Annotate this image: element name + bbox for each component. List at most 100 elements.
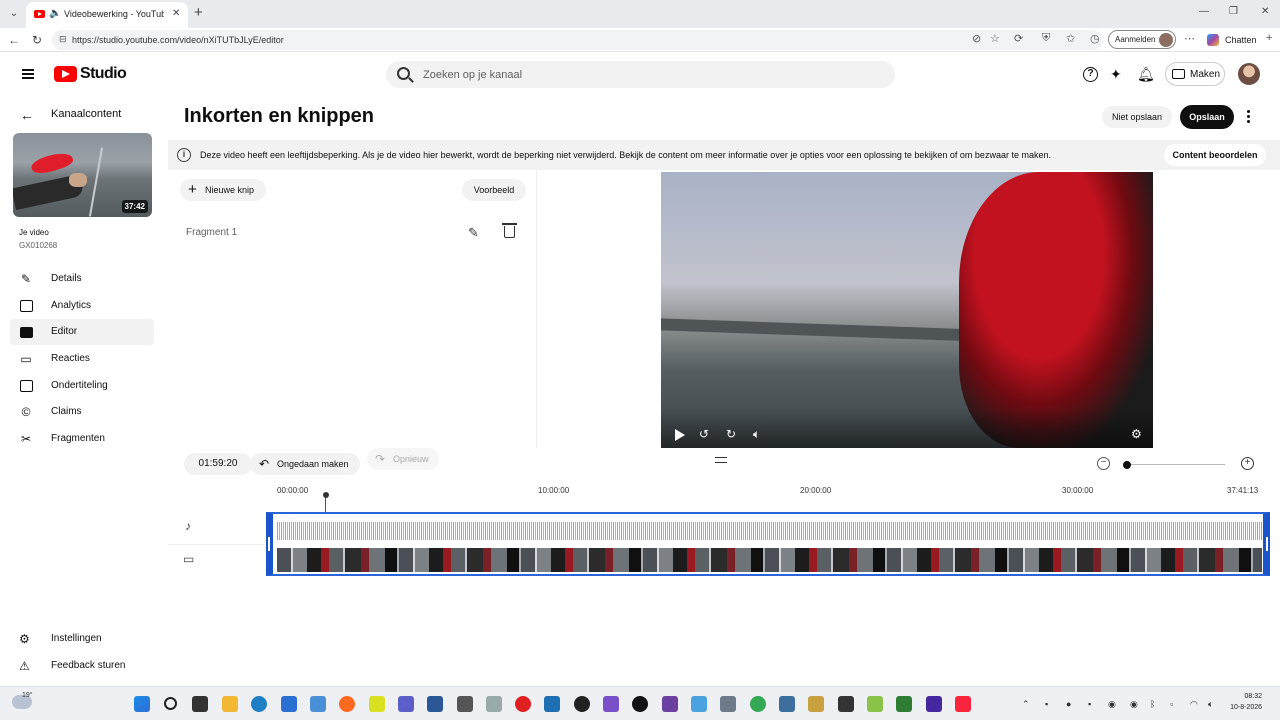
file-explorer-icon[interactable] xyxy=(222,696,238,712)
zoom-slider-track[interactable] xyxy=(1128,464,1225,465)
sidebar-item-analytics[interactable]: Analytics xyxy=(10,293,154,319)
minimize-icon[interactable]: — xyxy=(1199,6,1209,17)
notifications-bell-icon[interactable]: 🔔︎ xyxy=(1137,66,1155,83)
help-icon[interactable]: ? xyxy=(1083,67,1098,82)
redo-button[interactable]: ↷ Opnieuw xyxy=(367,448,439,470)
app-icon-blue-l[interactable] xyxy=(427,696,443,712)
app-icon-dark[interactable] xyxy=(574,696,590,712)
tray-icon-1[interactable]: ▪ xyxy=(1045,699,1048,709)
edge-browser-icon[interactable] xyxy=(251,696,267,712)
browser-tab-active[interactable]: 🔈 Videobewerking - YouTube St ✕ xyxy=(26,2,188,28)
sparkle-icon[interactable]: ✦ xyxy=(1110,66,1122,83)
start-menu-icon[interactable] xyxy=(134,696,150,712)
menu-icon[interactable] xyxy=(22,69,34,79)
chrome-icon[interactable] xyxy=(750,696,766,712)
maximize-icon[interactable]: ❐ xyxy=(1229,6,1238,17)
terminal-icon[interactable] xyxy=(838,696,854,712)
settings-app-icon[interactable] xyxy=(720,696,736,712)
new-cut-button[interactable]: + Nieuwe knip xyxy=(180,179,266,201)
site-info-icon[interactable]: ⊟ xyxy=(59,34,67,45)
address-bar[interactable]: ⊟ https://studio.youtube.com/video/nXiTU… xyxy=(52,30,1102,50)
play-icon[interactable] xyxy=(675,429,685,441)
sidebar-item-feedback[interactable]: ⚠ Feedback sturen xyxy=(10,653,154,679)
review-content-button[interactable]: Content beoordelen xyxy=(1164,144,1266,166)
timeline-selection[interactable] xyxy=(266,512,1270,576)
trim-handle-right[interactable] xyxy=(1266,537,1268,551)
refresh-icon[interactable]: ↻ xyxy=(32,33,42,47)
playhead-handle[interactable] xyxy=(323,492,329,498)
close-window-icon[interactable]: ✕ xyxy=(1261,6,1269,17)
search-input[interactable]: Zoeken op je kanaal xyxy=(386,61,895,88)
rewind-10-icon[interactable]: ↺ xyxy=(699,427,709,441)
app-icon-c[interactable] xyxy=(457,696,473,712)
app-icon-purple[interactable] xyxy=(603,696,619,712)
tray-icon-3[interactable]: ▪ xyxy=(1088,699,1091,709)
app-icon-yellow[interactable] xyxy=(369,696,385,712)
sidebar-title[interactable]: Kanaalcontent xyxy=(51,108,121,120)
app-icon-green[interactable] xyxy=(867,696,883,712)
system-clock[interactable]: 08:32 10-8-2026 xyxy=(1224,691,1262,713)
taskbar-search-icon[interactable] xyxy=(164,697,177,710)
sidebar-item-editor[interactable]: Editor xyxy=(10,319,154,345)
more-vert-icon[interactable] xyxy=(1243,110,1253,124)
studio-logo-text[interactable]: Studio xyxy=(80,65,127,83)
sidebar-item-subtitles[interactable]: Ondertiteling xyxy=(10,373,154,399)
copilot-label[interactable]: Chatten xyxy=(1225,35,1257,45)
tab-list-chevron-icon[interactable]: ⌄ xyxy=(6,6,22,22)
tray-icon-4[interactable]: ◉ xyxy=(1108,699,1116,710)
tray-overflow-icon[interactable]: ⌃ xyxy=(1022,699,1030,710)
app-icon-chart[interactable] xyxy=(544,696,560,712)
discard-button[interactable]: Niet opslaan xyxy=(1102,106,1172,128)
more-options-icon[interactable]: ⋯ xyxy=(1184,32,1195,45)
opera-icon[interactable] xyxy=(515,696,531,712)
volume-tray-icon[interactable]: 🔈︎ xyxy=(1208,699,1213,710)
sidebar-item-settings[interactable]: ⚙ Instellingen xyxy=(10,626,154,652)
new-tab-icon[interactable]: + xyxy=(194,5,203,20)
media-player-icon[interactable] xyxy=(632,696,648,712)
back-icon[interactable]: ← xyxy=(8,33,20,47)
account-avatar[interactable] xyxy=(1238,63,1260,85)
favorites-icon[interactable]: ✩ xyxy=(1066,32,1075,45)
app-icon-violet[interactable] xyxy=(662,696,678,712)
sidebar-item-clips[interactable]: ✂ Fragmenten xyxy=(10,426,154,452)
snipping-tool-icon[interactable] xyxy=(691,696,707,712)
timecode-display[interactable]: 01:59:20 xyxy=(184,453,252,475)
app-icon-indigo[interactable] xyxy=(926,696,942,712)
trash-icon[interactable] xyxy=(502,223,517,238)
app-icon-list[interactable] xyxy=(896,696,912,712)
bluetooth-icon[interactable]: ᛒ xyxy=(1150,699,1155,709)
video-player[interactable]: ↺ ↻ 🔈︎ ⚙ xyxy=(661,172,1153,448)
speaker-icon[interactable]: 🔈 xyxy=(49,8,61,19)
tray-icon-6[interactable]: ▫ xyxy=(1170,699,1173,709)
sidebar-item-comments[interactable]: ▭ Reacties xyxy=(10,346,154,372)
signin-button[interactable]: Aanmelden xyxy=(1108,30,1176,49)
zoom-in-icon[interactable]: + xyxy=(1241,457,1254,470)
extensions-icon[interactable]: ⟳ xyxy=(1014,32,1023,45)
app-icon-settings-dots[interactable] xyxy=(486,696,502,712)
tray-icon-2[interactable]: ● xyxy=(1066,699,1071,709)
undo-button[interactable]: ↶ Ongedaan maken xyxy=(250,453,360,475)
settings-gear-icon[interactable]: ⚙ xyxy=(1131,427,1142,441)
video-thumbnail[interactable]: 37:42 xyxy=(13,133,152,217)
mail-icon[interactable] xyxy=(310,696,326,712)
task-view-icon[interactable] xyxy=(192,696,208,712)
create-button[interactable]: Maken xyxy=(1165,62,1225,86)
teams-icon[interactable] xyxy=(398,696,414,712)
copilot-icon[interactable] xyxy=(1207,34,1219,46)
back-arrow-icon[interactable]: ← xyxy=(20,107,34,123)
preview-button[interactable]: Voorbeeld xyxy=(462,179,526,201)
browser-essentials-icon[interactable]: ⛨ xyxy=(1042,32,1050,45)
wifi-icon[interactable]: ◠ xyxy=(1190,699,1198,710)
firefox-icon[interactable] xyxy=(339,696,355,712)
trim-handle-left[interactable] xyxy=(268,537,270,551)
tracking-off-icon[interactable]: ⊘ xyxy=(972,32,981,45)
save-button[interactable]: Opslaan xyxy=(1180,105,1234,129)
favorite-star-icon[interactable]: ☆ xyxy=(990,32,1000,45)
app-icon-network[interactable] xyxy=(779,696,795,712)
music-app-icon[interactable] xyxy=(955,696,971,712)
sidebar-item-claims[interactable]: © Claims xyxy=(10,399,154,425)
close-tab-icon[interactable]: ✕ xyxy=(172,8,180,19)
app-icon-gold[interactable] xyxy=(808,696,824,712)
youtube-logo-icon[interactable] xyxy=(54,66,77,82)
zoom-slider-thumb[interactable] xyxy=(1123,461,1131,469)
